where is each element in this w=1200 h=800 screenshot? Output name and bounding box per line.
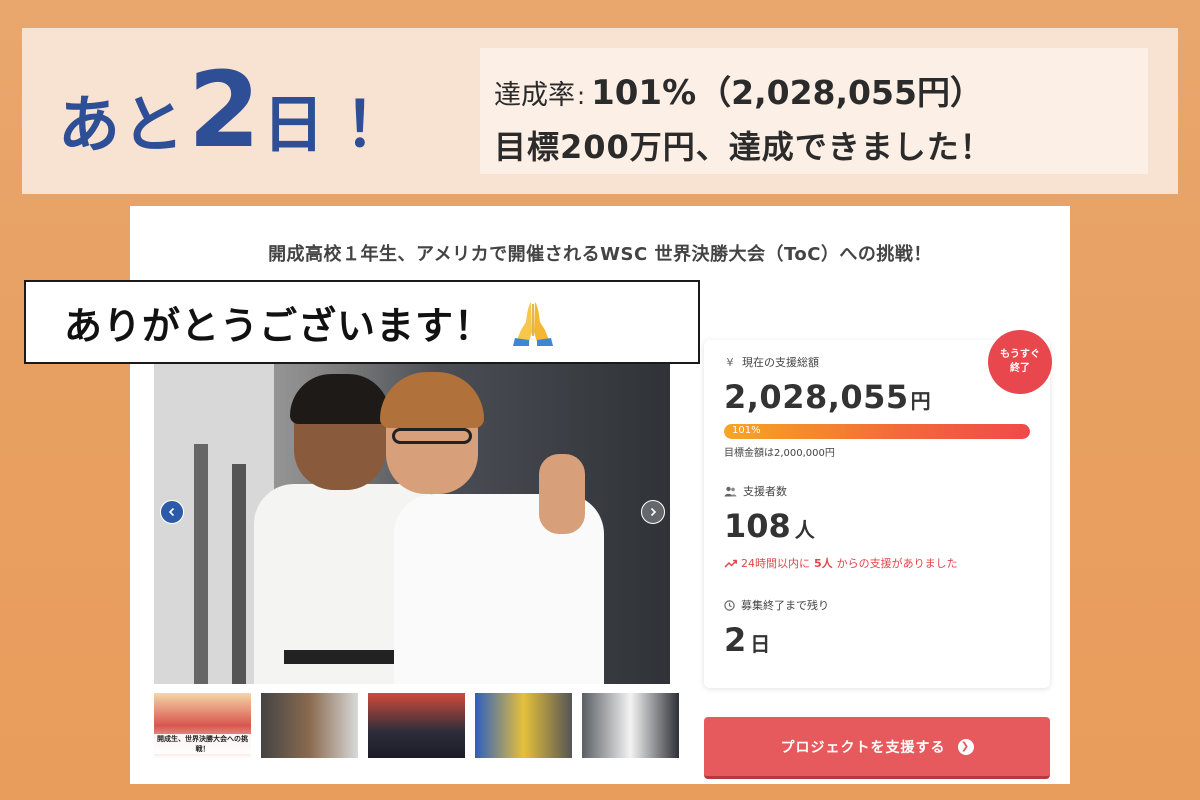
badge-line-2: 終了 [1010,363,1030,374]
thumbnail[interactable] [475,693,572,758]
total-label-text: 現在の支援総額 [742,356,819,369]
total-amount-value: 2,028,055 [724,378,909,416]
countdown-prefix: あと [58,88,187,161]
recent-support-prefix: 24時間以内に [741,557,810,570]
funding-progress-bar: 101% [724,424,1030,439]
clock-icon [724,599,735,611]
countdown-days: 2 [188,49,261,171]
achievement-colon: : [577,82,586,110]
peace-sign-hand [539,454,585,534]
achievement-rate: 101% [591,73,697,113]
supporters-count-value: 108 [724,507,791,545]
achievement-label: 達成率 [494,80,575,111]
ending-soon-badge: もうすぐ 終了 [988,330,1052,394]
remaining-days-value: 2 [724,621,747,659]
chevron-right-icon: ❯ [957,738,974,755]
thanks-overlay: ありがとうございます！ [24,280,700,364]
glasses [392,428,472,444]
achievement-amount: （2,028,055円） [698,73,983,112]
trend-up-icon [724,559,737,568]
goal-amount: 目標金額は2,000,000円 [724,448,835,459]
progress-fill [724,424,1030,439]
gallery-prev-button[interactable] [160,500,184,524]
supporters-count: 108 人 [724,507,1030,545]
remaining-block: 募集終了まで残り 2 日 [724,597,1030,659]
thumbnail[interactable]: 開成生、世界決勝大会への挑戦！ [154,693,251,758]
supporters-count-unit: 人 [794,518,815,542]
thumbnail-strip: 開成生、世界決勝大会への挑戦！ [154,693,679,758]
remaining-label-text: 募集終了まで残り [741,599,829,612]
yen-icon: ¥ [726,355,734,369]
thumbnail[interactable] [368,693,465,758]
supporters-block: 支援者数 108 人 24時間以内に 5人 からの支援がありました [724,483,1030,571]
support-button-label: プロジェクトを支援する [780,739,946,756]
photo-railing [194,444,208,684]
achievement-box: 達成率 : 101% （2,028,055円） 目標200万円、達成できました！ [480,48,1148,174]
recent-support-suffix: からの支援がありました [836,557,958,570]
achievement-message: 目標200万円、達成できました！ [494,128,993,166]
total-amount-unit: 円 [910,389,931,413]
countdown-suffix: 日 [262,88,327,161]
remaining-days: 2 日 [724,621,1030,659]
countdown-banner: あと 2 日 ！ 達成率 : 101% （2,028,055円） 目標200万円… [22,28,1178,194]
project-title: 開成高校１年生、アメリカで開催されるWSC 世界決勝大会（ToC）への挑戦！ [268,244,932,265]
main-photo[interactable] [154,364,670,684]
total-amount: 2,028,055 円 [724,378,1030,416]
people-icon [724,486,737,496]
progress-percent: 101% [732,425,761,436]
thanks-text: ありがとうございます！ [64,303,494,348]
countdown-headline: あと 2 日 ！ [58,58,406,178]
funding-stats-panel: ¥ 現在の支援総額 2,028,055 円 101% 目標金額は2,000,00… [704,340,1050,688]
person-left-hair [290,374,390,424]
praying-hands-icon [513,302,554,346]
recent-support-count: 5人 [814,557,833,570]
badge-line-1: もうすぐ [1000,349,1040,360]
supporters-label: 支援者数 [724,483,1030,499]
chevron-left-icon [168,507,175,517]
gallery-next-button[interactable] [641,500,665,524]
support-project-button[interactable]: プロジェクトを支援する ❯ [704,717,1050,779]
chevron-right-icon [650,507,657,517]
countdown-exclamation: ！ [344,88,407,161]
remaining-label: 募集終了まで残り [724,597,1030,613]
thumbnail-caption: 開成生、世界決勝大会への挑戦！ [154,734,251,754]
recent-support-note: 24時間以内に 5人 からの支援がありました [724,555,1030,571]
photo-railing [232,464,246,684]
remaining-days-unit: 日 [750,632,771,656]
thumbnail[interactable] [582,693,679,758]
person-right-hair [380,372,484,428]
total-label: ¥ 現在の支援総額 [724,354,1030,370]
thumbnail[interactable] [261,693,358,758]
supporters-label-text: 支援者数 [743,485,787,498]
